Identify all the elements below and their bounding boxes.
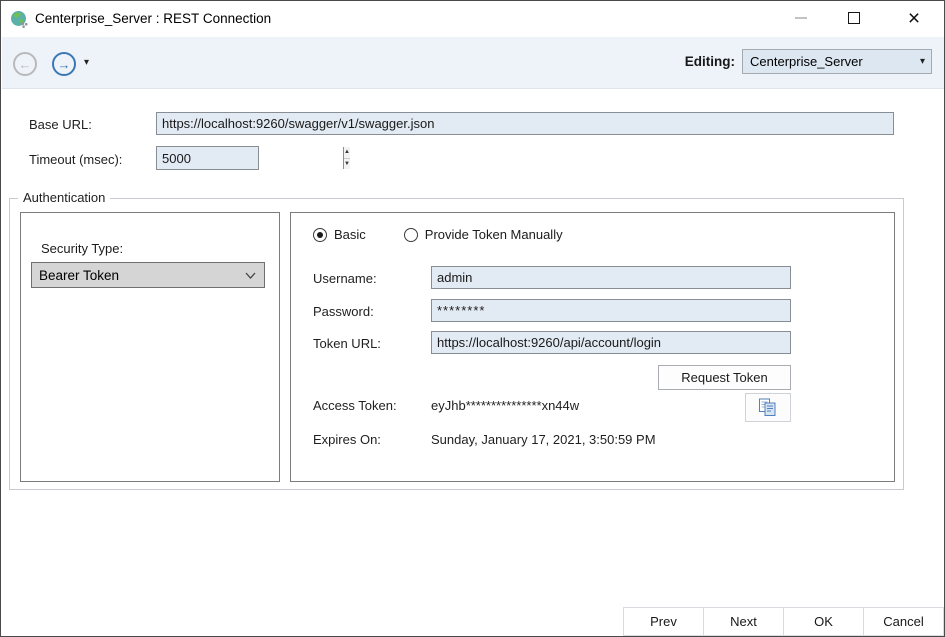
radio-provide-token-label: Provide Token Manually bbox=[425, 227, 563, 242]
forward-button[interactable]: → bbox=[52, 52, 76, 76]
editing-label: Editing: bbox=[685, 54, 735, 69]
spin-up-button[interactable]: ▲ bbox=[344, 147, 350, 158]
spin-down-button[interactable]: ▼ bbox=[344, 158, 350, 170]
authentication-group-label: Authentication bbox=[18, 190, 110, 205]
authentication-groupbox: Authentication Security Type: Bearer Tok… bbox=[9, 198, 904, 490]
username-input[interactable] bbox=[431, 266, 791, 289]
maximize-button[interactable] bbox=[831, 1, 877, 35]
minimize-button[interactable] bbox=[778, 1, 824, 35]
editing-group: Editing: Centerprise_Server ▾ bbox=[685, 49, 932, 74]
maximize-icon bbox=[848, 12, 860, 24]
cancel-button[interactable]: Cancel bbox=[863, 607, 944, 636]
ok-button[interactable]: OK bbox=[783, 607, 864, 636]
editing-server-value: Centerprise_Server bbox=[750, 54, 863, 69]
request-token-button[interactable]: Request Token bbox=[658, 365, 791, 390]
expires-on-label: Expires On: bbox=[313, 432, 381, 447]
chevron-down-icon bbox=[245, 272, 256, 279]
password-input[interactable] bbox=[431, 299, 791, 322]
radio-basic-label: Basic bbox=[334, 227, 366, 242]
security-type-panel: Security Type: Bearer Token bbox=[20, 212, 280, 482]
base-url-input[interactable] bbox=[156, 112, 894, 135]
titlebar: Centerprise_Server : REST Connection × bbox=[1, 1, 944, 37]
token-url-input[interactable] bbox=[431, 331, 791, 354]
radio-basic[interactable]: Basic bbox=[313, 227, 366, 242]
window-title: Centerprise_Server : REST Connection bbox=[35, 11, 271, 26]
copy-icon bbox=[758, 398, 779, 417]
close-button[interactable]: × bbox=[891, 1, 937, 35]
base-url-label: Base URL: bbox=[29, 117, 92, 132]
footer-button-bar: Prev Next OK Cancel bbox=[624, 607, 944, 636]
prev-button[interactable]: Prev bbox=[623, 607, 704, 636]
globe-app-icon bbox=[10, 10, 29, 29]
password-label: Password: bbox=[313, 304, 374, 319]
auth-mode-radios: Basic Provide Token Manually bbox=[313, 227, 563, 242]
timeout-stepper: ▲ ▼ bbox=[156, 146, 259, 170]
forward-arrow-icon: → bbox=[58, 57, 71, 72]
credentials-panel: Basic Provide Token Manually Username: P… bbox=[290, 212, 895, 482]
access-token-label: Access Token: bbox=[313, 398, 397, 413]
back-arrow-icon: ← bbox=[19, 57, 32, 72]
arrow-down-icon: ▼ bbox=[344, 161, 350, 167]
timeout-input[interactable] bbox=[157, 147, 343, 169]
toolbar: ← → ▾ Editing: Centerprise_Server ▾ bbox=[2, 37, 945, 89]
security-type-label: Security Type: bbox=[41, 241, 123, 256]
chevron-down-icon: ▾ bbox=[920, 56, 925, 67]
timeout-spin-buttons: ▲ ▼ bbox=[343, 147, 350, 169]
arrow-up-icon: ▲ bbox=[344, 149, 350, 155]
token-url-label: Token URL: bbox=[313, 336, 381, 351]
copy-token-button[interactable] bbox=[745, 393, 791, 422]
expires-on-value: Sunday, January 17, 2021, 3:50:59 PM bbox=[431, 432, 656, 447]
radio-provide-token-circle bbox=[404, 228, 418, 242]
username-label: Username: bbox=[313, 271, 377, 286]
editing-server-dropdown[interactable]: Centerprise_Server ▾ bbox=[742, 49, 932, 74]
security-type-dropdown[interactable]: Bearer Token bbox=[31, 262, 265, 288]
access-token-value: eyJhb***************xn44w bbox=[431, 398, 579, 413]
next-button[interactable]: Next bbox=[703, 607, 784, 636]
forward-dropdown-caret-icon[interactable]: ▾ bbox=[84, 57, 89, 68]
radio-basic-circle bbox=[313, 228, 327, 242]
rest-connection-dialog: Centerprise_Server : REST Connection × ←… bbox=[0, 0, 945, 637]
timeout-label: Timeout (msec): bbox=[29, 152, 122, 167]
minimize-icon bbox=[795, 17, 807, 19]
security-type-value: Bearer Token bbox=[39, 268, 119, 283]
close-icon: × bbox=[908, 8, 920, 29]
back-button[interactable]: ← bbox=[13, 52, 37, 76]
radio-provide-token-manually[interactable]: Provide Token Manually bbox=[404, 227, 563, 242]
